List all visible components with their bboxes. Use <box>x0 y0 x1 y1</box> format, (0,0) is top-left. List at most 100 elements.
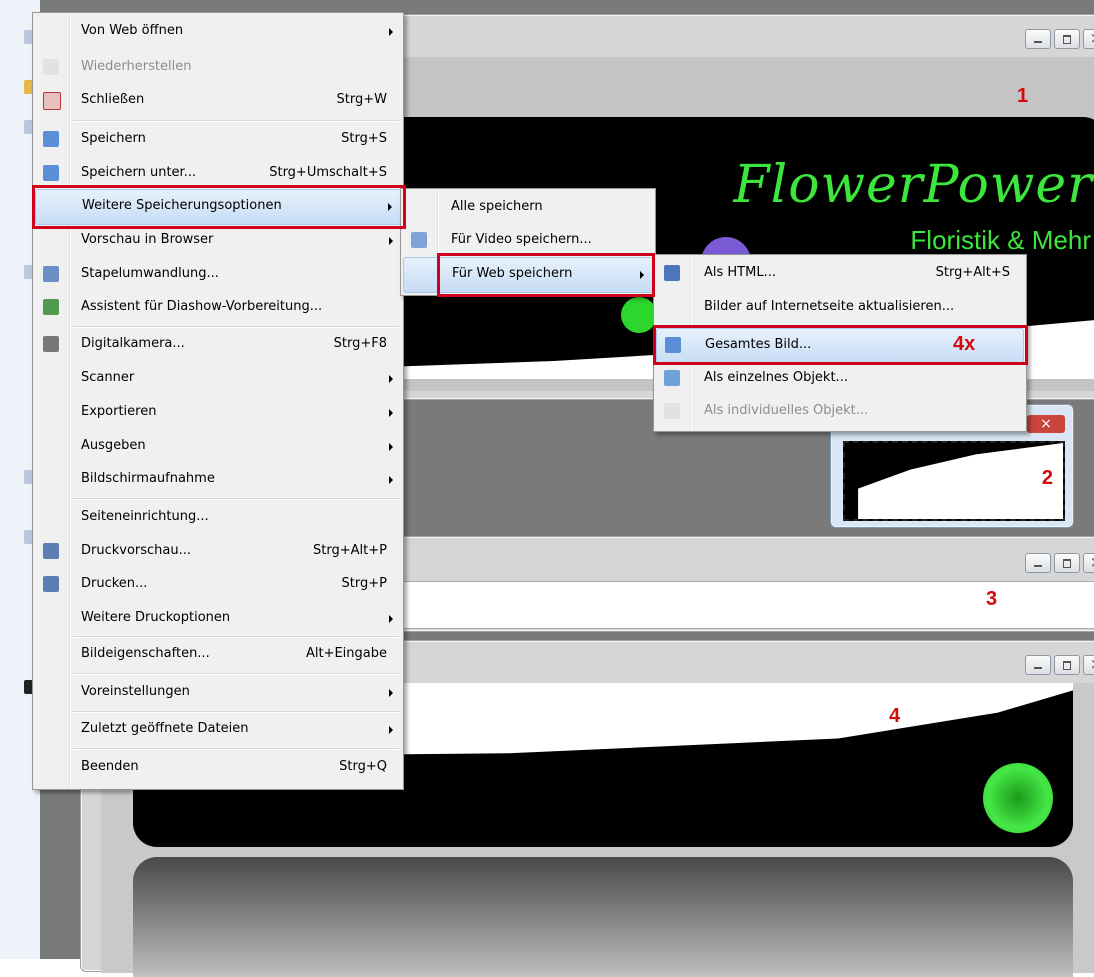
menu-item-bildschirmaufnahme[interactable]: Bildschirmaufnahme <box>35 463 401 497</box>
menu-item-bildeigenschaften[interactable]: Bildeigenschaften... Alt+Eingabe <box>35 638 401 672</box>
menu-item-shortcut: Strg+Alt+S <box>935 265 1010 280</box>
restore-icon <box>43 59 59 75</box>
menu-item-drucken[interactable]: Drucken... Strg+P <box>35 568 401 602</box>
menu-item-label: Bildeigenschaften... <box>81 646 210 661</box>
menu-item-speichern-unter[interactable]: Speichern unter... Strg+Umschalt+S <box>35 157 401 191</box>
repeat-count-annotation: 4x <box>953 333 976 355</box>
menu-item-als-einzelnes-objekt[interactable]: Als einzelnes Objekt... <box>656 362 1024 396</box>
maximize-button[interactable] <box>1054 553 1080 573</box>
menu-item-label: Stapelumwandlung... <box>81 266 219 281</box>
print-preview-icon <box>43 543 59 559</box>
menu-item-exportieren[interactable]: Exportieren <box>35 396 401 430</box>
close-document-icon <box>43 92 61 110</box>
minimize-button[interactable] <box>1025 553 1051 573</box>
menu-item-seiteneinrichtung[interactable]: Seiteneinrichtung... <box>35 501 401 535</box>
save-as-icon <box>43 165 59 181</box>
menu-item-stapelumwandlung[interactable]: Stapelumwandlung... <box>35 258 401 292</box>
menu-item-scanner[interactable]: Scanner <box>35 362 401 396</box>
minimize-button[interactable] <box>1025 29 1051 49</box>
printer-icon <box>43 576 59 592</box>
close-button[interactable] <box>1083 29 1094 49</box>
menu-item-label: Wiederherstellen <box>81 59 192 74</box>
menu-item-label: Speichern unter... <box>81 165 197 180</box>
menu-item-fuer-web-speichern[interactable]: Für Web speichern <box>403 257 653 293</box>
flower-image <box>621 297 657 333</box>
menu-item-als-individuelles-objekt[interactable]: Als individuelles Objekt... <box>656 395 1024 429</box>
menu-item-label: Druckvorschau... <box>81 543 192 558</box>
file-menu: Von Web öffnen Wiederherstellen Schließe… <box>32 12 404 790</box>
menu-item-label: Exportieren <box>81 404 157 419</box>
menu-item-bilder-aktualisieren[interactable]: Bilder auf Internetseite aktualisieren..… <box>656 291 1024 325</box>
menu-item-label: Scanner <box>81 370 135 385</box>
menu-item-gesamtes-bild[interactable]: Gesamtes Bild... 4x <box>656 328 1024 364</box>
menu-item-label: Gesamtes Bild... <box>705 337 812 352</box>
submenu-arrow-icon <box>389 375 393 383</box>
menu-item-fuer-video-speichern[interactable]: Für Video speichern... <box>403 224 653 258</box>
menu-item-weitere-speicherungsoptionen[interactable]: Weitere Speicherungsoptionen <box>35 189 401 225</box>
menu-item-ausgeben[interactable]: Ausgeben <box>35 430 401 464</box>
save-options-submenu: Alle speichern Für Video speichern... Fü… <box>400 188 656 296</box>
submenu-arrow-icon <box>389 726 393 734</box>
menu-item-zuletzt-geoeffnet[interactable]: Zuletzt geöffnete Dateien <box>35 713 401 747</box>
menu-item-assistent-diashow[interactable]: Assistent für Diashow-Vorbereitung... <box>35 291 401 325</box>
submenu-arrow-icon <box>389 409 393 417</box>
menu-item-label: Vorschau in Browser <box>81 232 214 247</box>
flower-image <box>983 763 1053 833</box>
close-button[interactable] <box>1083 553 1094 573</box>
window-number-badge: 4 <box>889 705 901 727</box>
submenu-arrow-icon <box>389 476 393 484</box>
maximize-button[interactable] <box>1054 29 1080 49</box>
menu-item-shortcut: Strg+F8 <box>333 336 387 351</box>
menu-item-label: Von Web öffnen <box>81 23 184 38</box>
banner-white-wave <box>858 443 1063 519</box>
menu-item-als-html[interactable]: Als HTML... Strg+Alt+S <box>656 257 1024 291</box>
save-icon <box>43 131 59 147</box>
window-controls <box>1025 655 1094 675</box>
batch-convert-icon <box>43 266 59 282</box>
banner-title: FlowerPower <box>733 155 1093 215</box>
menu-item-label: Als individuelles Objekt... <box>704 403 869 418</box>
menu-item-label: Weitere Druckoptionen <box>81 610 231 625</box>
menu-item-schliessen[interactable]: Schließen Strg+W <box>35 84 401 118</box>
menu-item-vorschau-in-browser[interactable]: Vorschau in Browser <box>35 224 401 258</box>
menu-item-weitere-druckoptionen[interactable]: Weitere Druckoptionen <box>35 602 401 636</box>
window-number-badge: 3 <box>986 588 998 610</box>
menu-item-label: Voreinstellungen <box>81 684 190 699</box>
close-button[interactable]: × <box>1027 415 1065 433</box>
menu-item-shortcut: Strg+Q <box>339 759 387 774</box>
submenu-arrow-icon <box>640 271 644 279</box>
menu-item-shortcut: Strg+Umschalt+S <box>269 165 387 180</box>
submenu-arrow-icon <box>388 203 392 211</box>
menu-item-label: Seiteneinrichtung... <box>81 509 209 524</box>
menu-item-speichern[interactable]: Speichern Strg+S <box>35 123 401 157</box>
submenu-arrow-icon <box>389 443 393 451</box>
menu-item-shortcut: Strg+Alt+P <box>313 543 387 558</box>
banner-reflection <box>133 857 1073 977</box>
menu-item-label: Für Video speichern... <box>451 232 592 247</box>
menu-item-label: Digitalkamera... <box>81 336 185 351</box>
banner-subtitle: Floristik & Mehr <box>910 225 1091 255</box>
image-canvas[interactable]: 2 <box>843 441 1065 521</box>
menu-item-shortcut: Alt+Eingabe <box>305 646 387 661</box>
menu-item-label: Bilder auf Internetseite aktualisieren..… <box>704 299 955 314</box>
menu-item-alle-speichern[interactable]: Alle speichern <box>403 191 653 225</box>
menu-item-digitalkamera[interactable]: Digitalkamera... Strg+F8 <box>35 328 401 362</box>
menu-item-druckvorschau[interactable]: Druckvorschau... Strg+Alt+P <box>35 535 401 569</box>
menu-item-label: Zuletzt geöffnete Dateien <box>81 721 249 736</box>
menu-item-label: Drucken... <box>81 576 148 591</box>
close-button[interactable] <box>1083 655 1094 675</box>
web-save-submenu: Als HTML... Strg+Alt+S Bilder auf Intern… <box>653 254 1027 432</box>
maximize-button[interactable] <box>1054 655 1080 675</box>
save-web-image-icon <box>665 337 681 353</box>
menu-item-voreinstellungen[interactable]: Voreinstellungen <box>35 676 401 710</box>
menu-item-wiederherstellen[interactable]: Wiederherstellen <box>35 51 401 85</box>
window-controls <box>1025 553 1094 573</box>
menu-item-label: Weitere Speicherungsoptionen <box>82 198 282 213</box>
menu-item-von-web-oeffnen[interactable]: Von Web öffnen <box>35 15 401 49</box>
camera-icon <box>43 336 59 352</box>
minimize-button[interactable] <box>1025 655 1051 675</box>
menu-item-beenden[interactable]: Beenden Strg+Q <box>35 751 401 785</box>
menu-item-label: Alle speichern <box>451 199 543 214</box>
submenu-arrow-icon <box>389 237 393 245</box>
menu-item-label: Als einzelnes Objekt... <box>704 370 848 385</box>
